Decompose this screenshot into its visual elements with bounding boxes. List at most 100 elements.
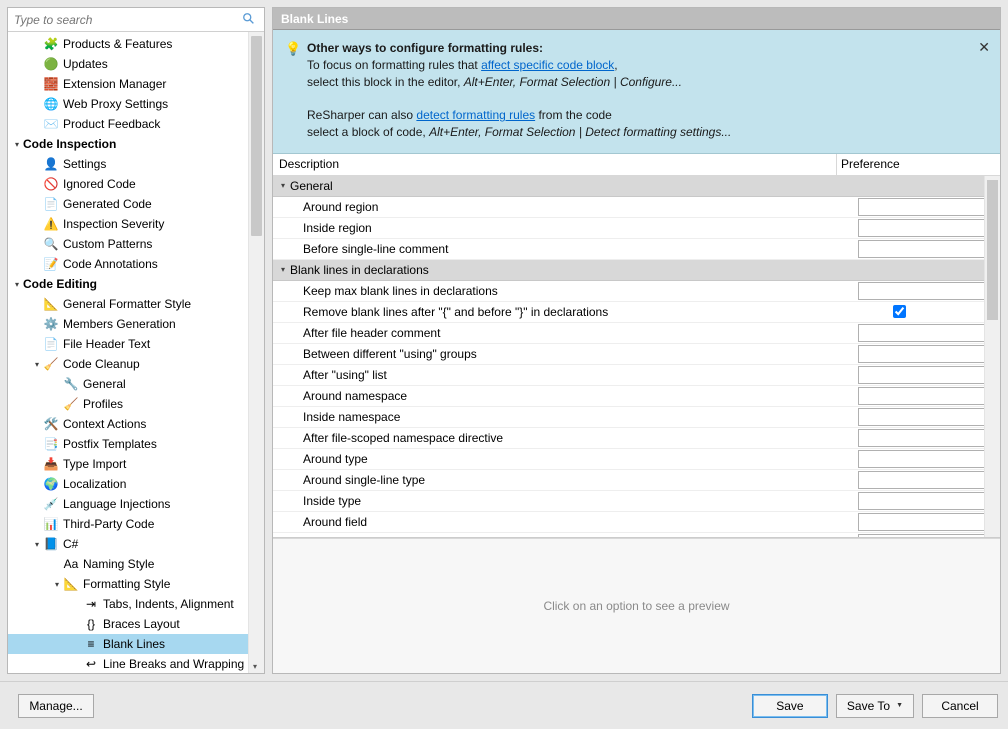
tree-item-general-formatter-style[interactable]: 📐General Formatter Style: [8, 294, 264, 314]
tree-scrollbar[interactable]: ▾: [248, 32, 264, 673]
spinner-input[interactable]: [859, 494, 1000, 508]
spinner-input[interactable]: [859, 326, 1000, 340]
link-detect-rules[interactable]: detect formatting rules: [416, 108, 535, 122]
tree-item-extension-manager[interactable]: 🧱Extension Manager: [8, 74, 264, 94]
number-spinner[interactable]: ▲▼: [858, 366, 998, 384]
tree-item-members-generation[interactable]: ⚙️Members Generation: [8, 314, 264, 334]
tree-item-type-import[interactable]: 📥Type Import: [8, 454, 264, 474]
spinner-input[interactable]: [859, 536, 1000, 538]
option-row[interactable]: Around single-line type▲▼: [273, 470, 1000, 491]
option-row[interactable]: Around namespace▲▼: [273, 386, 1000, 407]
spinner-input[interactable]: [859, 473, 1000, 487]
number-spinner[interactable]: ▲▼: [858, 471, 998, 489]
spinner-input[interactable]: [859, 221, 1000, 235]
number-spinner[interactable]: ▲▼: [858, 345, 998, 363]
collapse-caret-icon[interactable]: ▾: [277, 181, 289, 190]
tree-item-ignored-code[interactable]: 🚫Ignored Code: [8, 174, 264, 194]
options-scrollbar[interactable]: [984, 176, 1000, 538]
manage-button[interactable]: Manage...: [18, 694, 94, 718]
tree-item-settings[interactable]: 👤Settings: [8, 154, 264, 174]
close-icon[interactable]: ✕: [978, 38, 990, 58]
number-spinner[interactable]: ▲▼: [858, 282, 998, 300]
expand-caret-icon[interactable]: ▾: [32, 540, 42, 549]
option-row[interactable]: Inside type▲▼: [273, 491, 1000, 512]
number-spinner[interactable]: ▲▼: [858, 198, 998, 216]
number-spinner[interactable]: ▲▼: [858, 408, 998, 426]
tree-item-products-features[interactable]: 🧩Products & Features: [8, 34, 264, 54]
number-spinner[interactable]: ▲▼: [858, 387, 998, 405]
spinner-input[interactable]: [859, 242, 1000, 256]
spinner-input[interactable]: [859, 431, 1000, 445]
number-spinner[interactable]: ▲▼: [858, 429, 998, 447]
search-input[interactable]: [8, 10, 242, 30]
number-spinner[interactable]: ▲▼: [858, 219, 998, 237]
tree-item-braces-layout[interactable]: {}Braces Layout: [8, 614, 264, 634]
tree-item-updates[interactable]: 🟢Updates: [8, 54, 264, 74]
tree-item-localization[interactable]: 🌍Localization: [8, 474, 264, 494]
tree-item-product-feedback[interactable]: ✉️Product Feedback: [8, 114, 264, 134]
tree-item-generated-code[interactable]: 📄Generated Code: [8, 194, 264, 214]
tree-item-context-actions[interactable]: 🛠️Context Actions: [8, 414, 264, 434]
expand-caret-icon[interactable]: ▾: [32, 360, 42, 369]
scrollbar-thumb[interactable]: [987, 180, 998, 320]
col-preference[interactable]: Preference: [836, 154, 984, 175]
scrollbar-thumb[interactable]: [251, 36, 262, 236]
option-row[interactable]: Before single-line comment▲▼: [273, 239, 1000, 260]
group-general[interactable]: ▾General: [273, 176, 1000, 197]
spinner-input[interactable]: [859, 515, 1000, 529]
tree-item-third-party-code[interactable]: 📊Third-Party Code: [8, 514, 264, 534]
option-row[interactable]: After file-scoped namespace directive▲▼: [273, 428, 1000, 449]
tree-item-general[interactable]: 🔧General: [8, 374, 264, 394]
tree-item-blank-lines[interactable]: ≡Blank Lines: [8, 634, 264, 654]
tree-item-profiles[interactable]: 🧹Profiles: [8, 394, 264, 414]
option-row[interactable]: Keep max blank lines in declarations▲▼: [273, 281, 1000, 302]
tree-item-code-cleanup[interactable]: ▾🧹Code Cleanup: [8, 354, 264, 374]
spinner-input[interactable]: [859, 200, 1000, 214]
number-spinner[interactable]: ▲▼: [858, 534, 998, 538]
spinner-input[interactable]: [859, 368, 1000, 382]
save-to-button[interactable]: Save To▼: [836, 694, 914, 718]
search-icon[interactable]: [242, 12, 258, 28]
spinner-input[interactable]: [859, 410, 1000, 424]
option-row[interactable]: After "using" list▲▼: [273, 365, 1000, 386]
col-description[interactable]: Description: [273, 157, 836, 171]
option-row[interactable]: Inside region▲▼: [273, 218, 1000, 239]
expand-caret-icon[interactable]: ▾: [52, 580, 62, 589]
option-row[interactable]: Around single line field▲▼: [273, 533, 1000, 538]
spinner-input[interactable]: [859, 284, 1000, 298]
number-spinner[interactable]: ▲▼: [858, 492, 998, 510]
expand-caret-icon[interactable]: ▾: [12, 140, 22, 149]
option-row[interactable]: After file header comment▲▼: [273, 323, 1000, 344]
tree-item-code-editing[interactable]: ▾Code Editing: [8, 274, 264, 294]
tree-item-code-annotations[interactable]: 📝Code Annotations: [8, 254, 264, 274]
number-spinner[interactable]: ▲▼: [858, 450, 998, 468]
tree-item-custom-patterns[interactable]: 🔍Custom Patterns: [8, 234, 264, 254]
spinner-input[interactable]: [859, 452, 1000, 466]
tree-item-inspection-severity[interactable]: ⚠️Inspection Severity: [8, 214, 264, 234]
spinner-input[interactable]: [859, 347, 1000, 361]
tree-item-file-header-text[interactable]: 📄File Header Text: [8, 334, 264, 354]
tree-item-code-inspection[interactable]: ▾Code Inspection: [8, 134, 264, 154]
option-row[interactable]: Around type▲▼: [273, 449, 1000, 470]
tree-item-c-[interactable]: ▾📘C#: [8, 534, 264, 554]
splitter[interactable]: [265, 7, 272, 674]
group-blank-lines-in-declarations[interactable]: ▾Blank lines in declarations: [273, 260, 1000, 281]
tree-item-tabs-indents-alignment[interactable]: ⇥Tabs, Indents, Alignment: [8, 594, 264, 614]
option-row[interactable]: Around region▲▼: [273, 197, 1000, 218]
number-spinner[interactable]: ▲▼: [858, 513, 998, 531]
option-row[interactable]: Remove blank lines after "{" and before …: [273, 302, 1000, 323]
tree-item-naming-style[interactable]: AaNaming Style: [8, 554, 264, 574]
tree-item-postfix-templates[interactable]: 📑Postfix Templates: [8, 434, 264, 454]
option-row[interactable]: Around field▲▼: [273, 512, 1000, 533]
number-spinner[interactable]: ▲▼: [858, 324, 998, 342]
scroll-down-icon[interactable]: ▾: [253, 662, 257, 671]
tree-item-web-proxy-settings[interactable]: 🌐Web Proxy Settings: [8, 94, 264, 114]
option-row[interactable]: Inside namespace▲▼: [273, 407, 1000, 428]
spinner-input[interactable]: [859, 389, 1000, 403]
tree-item-formatting-style[interactable]: ▾📐Formatting Style: [8, 574, 264, 594]
collapse-caret-icon[interactable]: ▾: [277, 265, 289, 274]
option-row[interactable]: Between different "using" groups▲▼: [273, 344, 1000, 365]
tree-item-line-breaks-and-wrapping[interactable]: ↩Line Breaks and Wrapping: [8, 654, 264, 673]
save-button[interactable]: Save: [752, 694, 828, 718]
tree-item-language-injections[interactable]: 💉Language Injections: [8, 494, 264, 514]
